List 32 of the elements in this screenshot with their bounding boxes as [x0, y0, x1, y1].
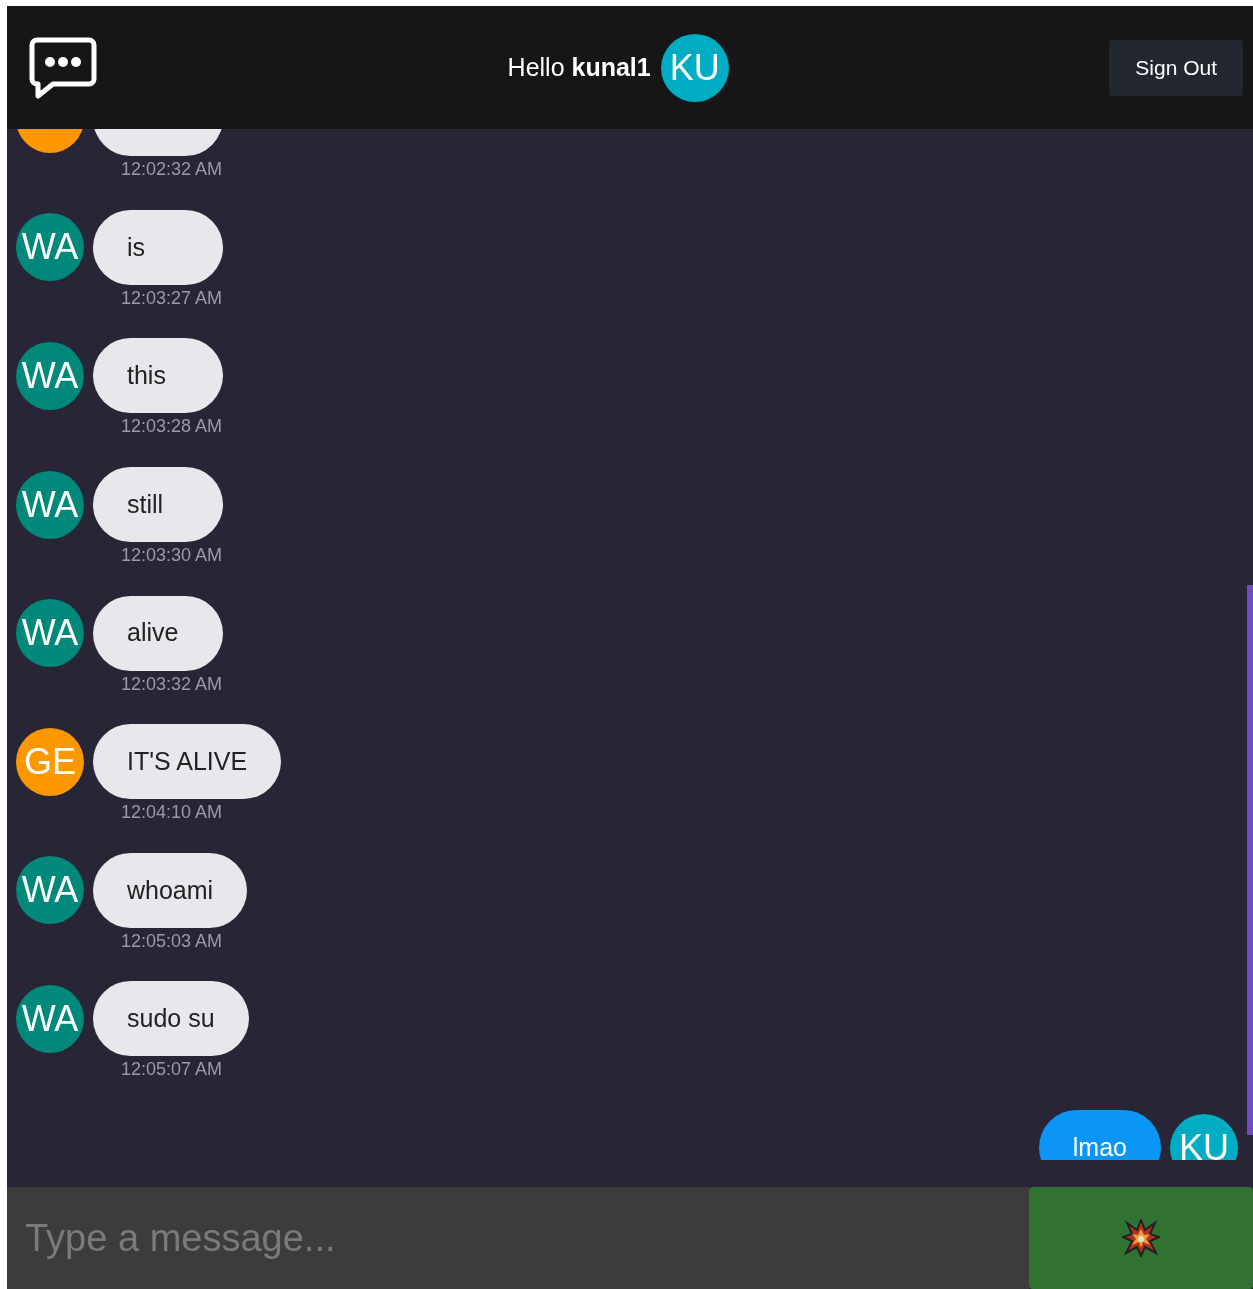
message-bubble: still — [93, 467, 223, 543]
avatar: WA — [16, 341, 84, 410]
timestamp: 12:05:03 AM — [121, 929, 224, 953]
message-bubble: whoami — [93, 852, 248, 928]
timestamp: 12:03:27 AM — [121, 286, 224, 310]
scrollbar-thumb[interactable] — [1247, 585, 1253, 1135]
avatar: WA — [16, 984, 84, 1053]
timestamp: 12:02:32 AM — [121, 158, 224, 181]
timestamp: 12:05:07 AM — [121, 1058, 224, 1081]
user-avatar: KU — [660, 33, 729, 102]
greeting: Hello kunal1 — [507, 51, 651, 83]
avatar: KU — [1170, 1113, 1238, 1160]
message-input[interactable]: Type a message... — [7, 1187, 1029, 1289]
message-bubble: IT'S ALIVE — [93, 724, 282, 800]
message-bubble: this — [93, 338, 223, 414]
avatar: WA — [16, 856, 84, 925]
avatar: WA — [16, 213, 84, 282]
timestamp: 12:03:28 AM — [121, 415, 224, 438]
message-bubble: is — [93, 209, 223, 285]
avatar: GE — [16, 727, 84, 796]
chat-logo-icon — [29, 36, 97, 99]
timestamp: 12:03:32 AM — [121, 672, 224, 696]
avatar: WA — [16, 599, 84, 668]
avatar: WA — [16, 470, 84, 539]
explosion-icon — [1122, 1219, 1160, 1257]
sign-out-button[interactable]: Sign Out — [1109, 39, 1243, 96]
send-button[interactable] — [1029, 1187, 1253, 1289]
message-bubble: lmao — [1038, 1110, 1161, 1160]
message-bubble: alive — [93, 595, 223, 671]
timestamp: 12:04:10 AM — [121, 801, 224, 824]
timestamp: 12:03:30 AM — [121, 544, 224, 567]
message-bubble: sudo su — [93, 981, 249, 1057]
